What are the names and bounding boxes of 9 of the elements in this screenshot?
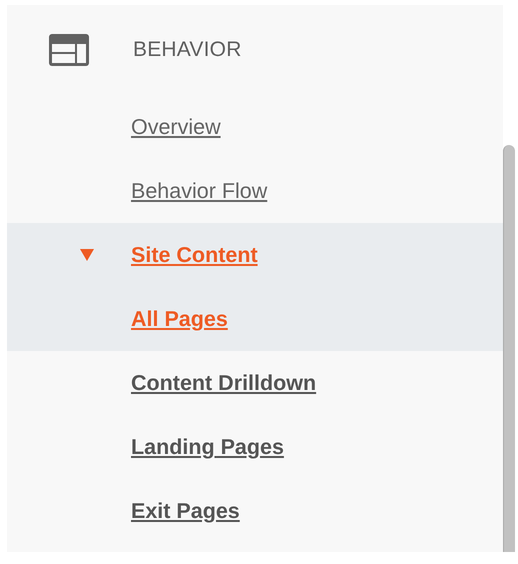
nav-item[interactable]: Landing Pages	[131, 430, 284, 464]
nav-item[interactable]: Behavior Flow	[131, 174, 268, 208]
nav-item[interactable]: Overview	[131, 110, 221, 144]
nav-item[interactable]: Content Drilldown	[131, 366, 316, 400]
layout-icon	[49, 34, 89, 66]
scrollbar-thumb[interactable]	[503, 145, 515, 552]
section-title[interactable]: BEHAVIOR	[133, 34, 242, 66]
caret-down-icon[interactable]	[80, 249, 94, 261]
nav-item[interactable]: Exit Pages	[131, 494, 240, 528]
